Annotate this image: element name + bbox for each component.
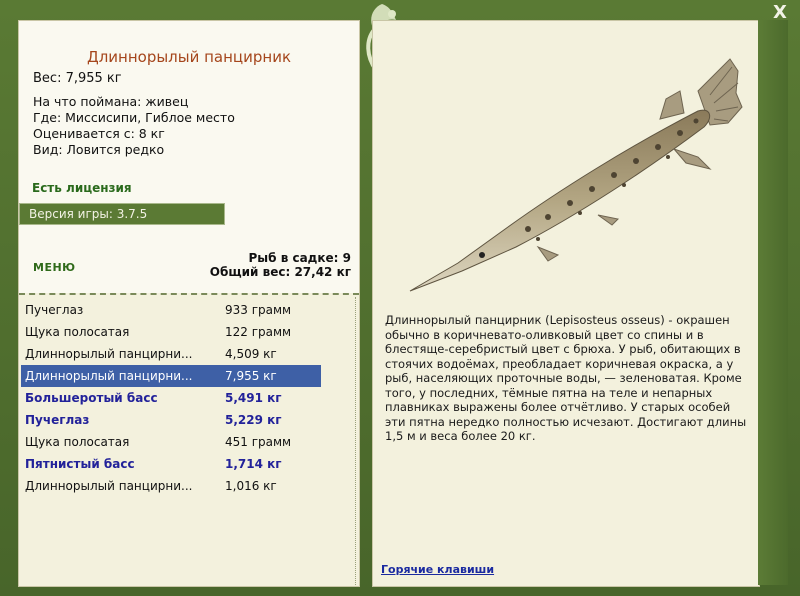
fish-type: Вид: Ловится редко [33,142,165,157]
catch-fish-weight: 4,509 кг [225,347,277,361]
right-frame-border [758,20,788,585]
catch-fish-name: Щука полосатая [25,435,130,449]
fish-weight: Вес: 7,955 кг [33,71,122,86]
catch-fish-name: Пучеглаз [25,303,84,317]
catch-list: Пучеглаз 933 грамм Щука полосатая 122 грамм… [21,299,321,497]
catch-fish-weight: 1,016 кг [225,479,277,493]
catch-list-row[interactable]: Пятнистый басс 1,714 кг [21,453,321,475]
catch-list-row[interactable]: Длиннорылый панцирни... 4,509 кг [21,343,321,365]
fish-info-area: Длиннорылый панцирник Вес: 7,955 кг На ч… [19,21,359,293]
catch-fish-weight: 933 грамм [225,303,292,317]
catch-fish-name: Большеротый басс [25,391,158,405]
fish-place: Где: Миссисипи, Гиблое место [33,110,235,125]
fish-rated-from: Оценивается с: 8 кг [33,126,165,141]
license-status: Есть лицензия [32,181,132,195]
hotkeys-link[interactable]: Горячие клавиши [381,563,494,576]
fish-description: Длиннорылый панцирник (Lepisosteus osseu… [385,313,747,443]
keepnet-total-weight: Общий вес: 27,42 кг [209,265,351,279]
list-scrollbar[interactable] [355,297,360,585]
game-version-bar: Версия игры: 3.7.5 [19,203,225,225]
catch-list-row[interactable]: Большеротый басс 5,491 кг [21,387,321,409]
catch-list-row[interactable]: Пучеглаз 933 грамм [21,299,321,321]
fish-bait: На что поймана: живец [33,94,189,109]
keepnet-count: Рыб в садке: 9 [248,251,352,265]
catch-fish-name: Пятнистый басс [25,457,135,471]
fish-description-panel: Длиннорылый панцирник (Lepisosteus osseu… [372,20,760,587]
catch-fish-weight: 451 грамм [225,435,292,449]
longnose-gar-image [409,58,743,292]
catch-fish-name: Пучеглаз [25,413,90,427]
catch-list-row[interactable]: Щука полосатая 122 грамм [21,321,321,343]
catch-list-row[interactable]: Длиннорылый панцирни... 7,955 кг [21,365,321,387]
catch-fish-weight: 7,955 кг [225,369,277,383]
catch-fish-weight: 5,229 кг [225,413,282,427]
fish-title: Длиннорылый панцирник [86,48,292,66]
divider [19,293,359,295]
catch-fish-weight: 1,714 кг [225,457,282,471]
catch-fish-name: Щука полосатая [25,325,130,339]
catch-fish-weight: 122 грамм [225,325,292,339]
catch-fish-weight: 5,491 кг [225,391,282,405]
catch-list-row[interactable]: Щука полосатая 451 грамм [21,431,321,453]
catch-fish-name: Длиннорылый панцирни... [25,479,193,493]
catch-fish-name: Длиннорылый панцирни... [25,347,193,361]
catch-info-panel: Длиннорылый панцирник Вес: 7,955 кг На ч… [18,20,360,587]
catch-list-row[interactable]: Пучеглаз 5,229 кг [21,409,321,431]
menu-button[interactable]: МЕНЮ [33,261,76,274]
catch-list-row[interactable]: Длиннорылый панцирни... 1,016 кг [21,475,321,497]
catch-fish-name: Длиннорылый панцирни... [25,369,193,383]
